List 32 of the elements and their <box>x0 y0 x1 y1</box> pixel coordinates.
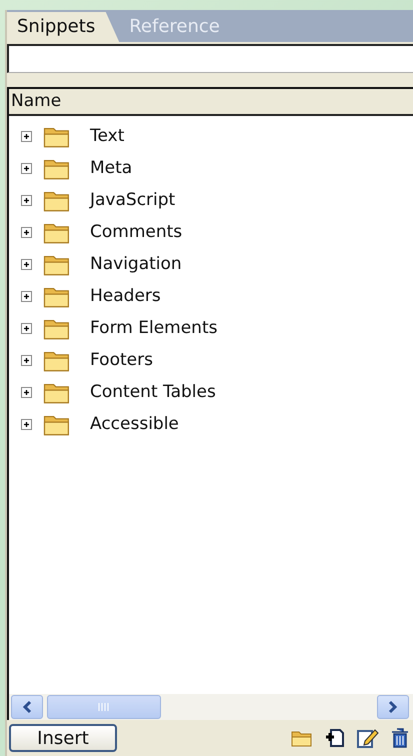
scroll-right-icon[interactable] <box>388 700 398 714</box>
tab[interactable]: Snippets <box>7 12 120 42</box>
expand-icon[interactable] <box>21 130 32 142</box>
folder-label[interactable]: Accessible <box>90 414 179 434</box>
expand-icon[interactable] <box>21 322 32 334</box>
folder-label[interactable]: Form Elements <box>90 318 218 338</box>
folder-label[interactable]: Text <box>90 126 124 146</box>
folder-label[interactable]: Meta <box>90 158 132 178</box>
expand-icon[interactable] <box>21 194 32 206</box>
folder-label[interactable]: Headers <box>90 286 161 306</box>
horizontal-scrollbar[interactable] <box>9 694 413 720</box>
folder-label[interactable]: Footers <box>90 350 153 370</box>
insert-button[interactable]: Insert <box>9 724 117 752</box>
grip-icon[interactable] <box>98 702 110 712</box>
folder-icon[interactable] <box>291 729 313 747</box>
search-field[interactable] <box>7 44 413 73</box>
trash-icon[interactable] <box>391 728 409 748</box>
new-file-icon[interactable] <box>325 728 345 748</box>
expand-icon[interactable] <box>21 290 32 302</box>
expand-icon[interactable] <box>21 418 32 430</box>
expand-icon[interactable] <box>21 226 32 238</box>
folder-label[interactable]: Content Tables <box>90 382 216 402</box>
expand-icon[interactable] <box>21 354 32 366</box>
expand-icon[interactable] <box>21 258 32 270</box>
expand-icon[interactable] <box>21 162 32 174</box>
edit-icon[interactable] <box>357 728 379 748</box>
scroll-left-icon[interactable] <box>22 700 32 714</box>
folder-label[interactable]: Navigation <box>90 254 182 274</box>
expand-icon[interactable] <box>21 386 32 398</box>
folder-label[interactable]: Comments <box>90 222 182 242</box>
folder-label[interactable]: JavaScript <box>90 190 176 210</box>
column-header[interactable]: Name <box>9 89 413 116</box>
